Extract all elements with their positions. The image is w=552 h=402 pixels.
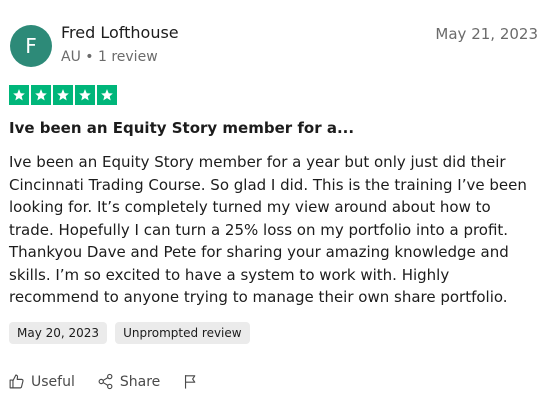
star-icon xyxy=(9,85,29,105)
report-button[interactable] xyxy=(182,373,199,390)
useful-button[interactable]: Useful xyxy=(8,373,75,390)
review-actions: Useful Share xyxy=(8,373,221,390)
share-label: Share xyxy=(119,373,161,390)
avatar[interactable]: F xyxy=(10,25,52,67)
author-name[interactable]: Fred Lofthouse xyxy=(61,23,179,42)
star-icon xyxy=(31,85,51,105)
unprompted-review-badge[interactable]: Unprompted review xyxy=(115,322,250,344)
star-icon xyxy=(97,85,117,105)
share-button[interactable]: Share xyxy=(97,373,160,390)
author-meta: AU • 1 review xyxy=(61,49,158,65)
experience-date-badge: May 20, 2023 xyxy=(9,322,108,344)
star-rating xyxy=(9,85,117,105)
flag-icon xyxy=(185,375,196,389)
review-title[interactable]: Ive been an Equity Story member for a... xyxy=(9,119,354,137)
review-tags: May 20, 2023 Unprompted review xyxy=(9,322,250,344)
useful-label: Useful xyxy=(31,373,75,390)
review-body: Ive been an Equity Story member for a ye… xyxy=(9,153,527,306)
review-date: May 21, 2023 xyxy=(435,25,538,43)
thumbs-up-icon xyxy=(9,374,24,389)
star-icon xyxy=(75,85,95,105)
star-icon xyxy=(53,85,73,105)
share-icon xyxy=(98,373,113,390)
avatar-initial: F xyxy=(25,34,37,58)
